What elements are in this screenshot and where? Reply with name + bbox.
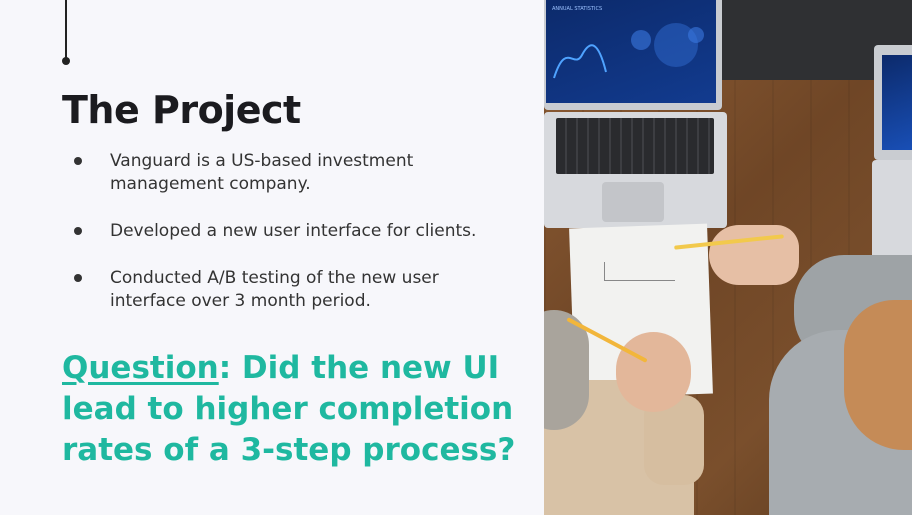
bullet-icon bbox=[74, 227, 82, 235]
bullet-icon bbox=[74, 157, 82, 165]
question-text: Question: Did the new UI lead to higher … bbox=[62, 348, 522, 471]
slide: The Project Vanguard is a US-based inves… bbox=[0, 0, 912, 515]
bullet-text: Conducted A/B testing of the new user in… bbox=[110, 268, 439, 311]
timeline-dot bbox=[62, 57, 70, 65]
paper-sketch bbox=[604, 262, 675, 281]
timeline-line bbox=[65, 0, 67, 60]
laptop-display: ANNUAL STATISTICS bbox=[546, 0, 716, 103]
dashboard-chart-icon bbox=[553, 23, 704, 79]
question-label: Question bbox=[62, 350, 219, 386]
bullet-list: Vanguard is a US-based investment manage… bbox=[74, 150, 494, 337]
trackpad bbox=[602, 182, 664, 222]
bullet-item: Conducted A/B testing of the new user in… bbox=[74, 267, 494, 313]
bullet-text: Vanguard is a US-based investment manage… bbox=[110, 151, 414, 194]
bullet-text: Developed a new user interface for clien… bbox=[110, 221, 477, 241]
left-hand bbox=[616, 332, 691, 412]
keyboard bbox=[556, 118, 714, 174]
bullet-item: Developed a new user interface for clien… bbox=[74, 220, 494, 243]
slide-title: The Project bbox=[62, 88, 301, 132]
right-hand bbox=[709, 225, 799, 285]
second-laptop-display bbox=[882, 55, 912, 150]
team-photo: ANNUAL STATISTICS bbox=[544, 0, 912, 515]
text-panel: The Project Vanguard is a US-based inves… bbox=[0, 0, 544, 515]
bullet-icon bbox=[74, 274, 82, 282]
bullet-item: Vanguard is a US-based investment manage… bbox=[74, 150, 494, 196]
